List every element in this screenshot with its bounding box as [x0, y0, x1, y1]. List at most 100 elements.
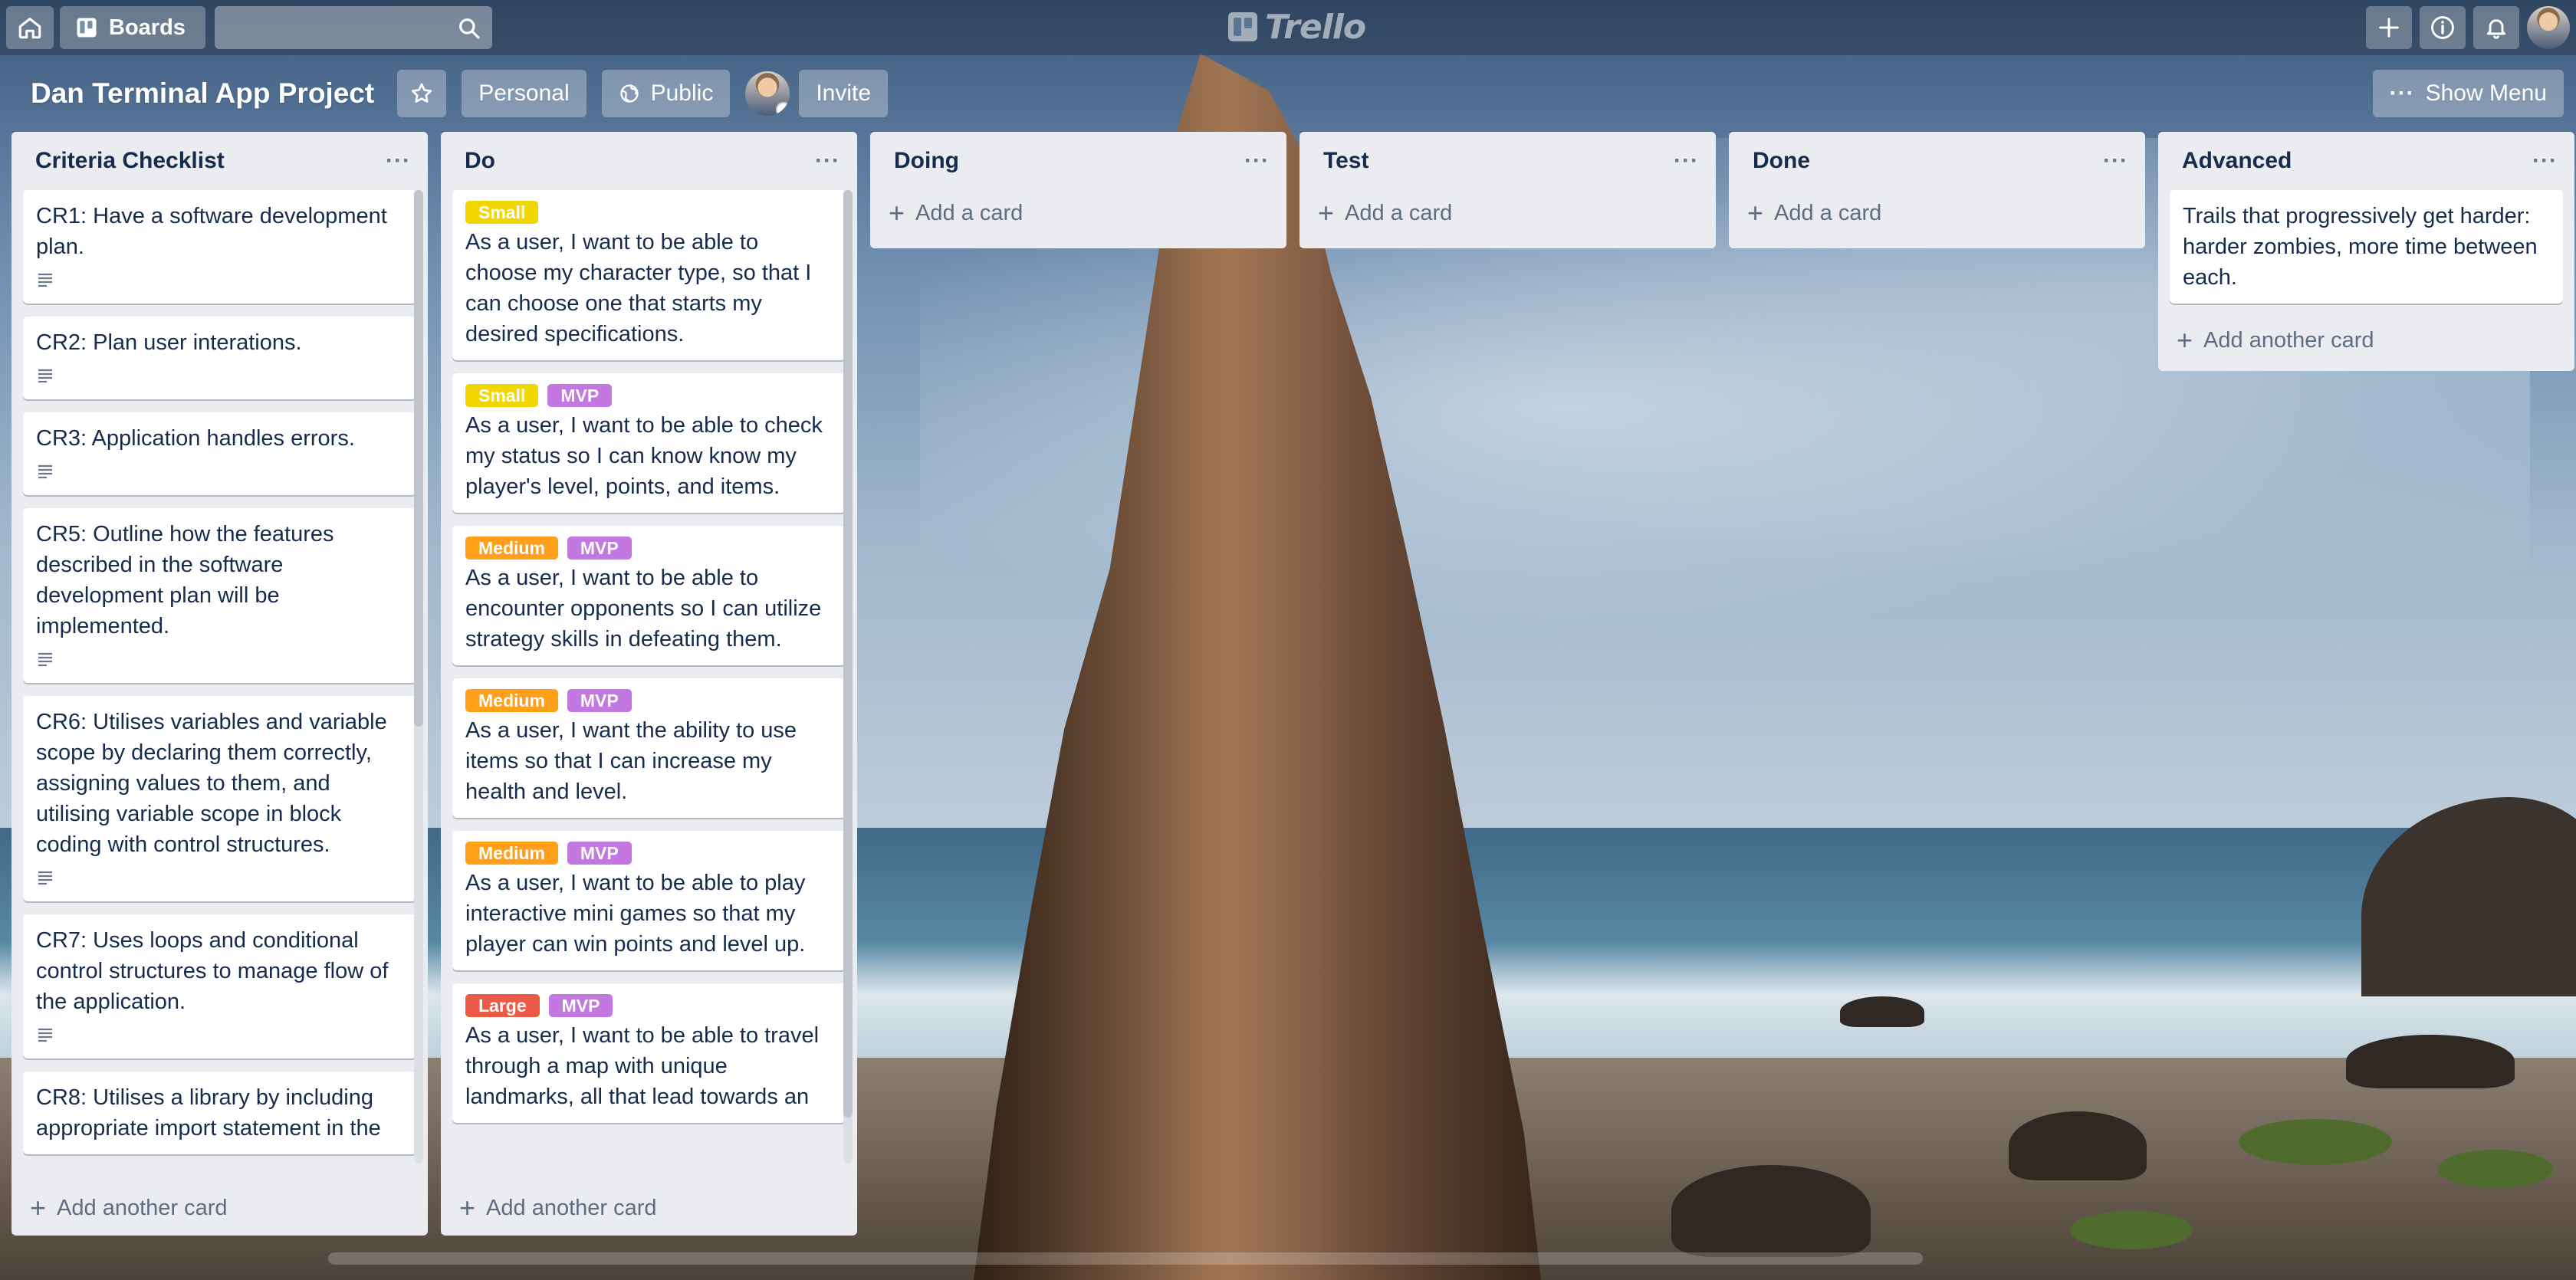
card-title: Trails that progressively get harder: ha…: [2183, 204, 2538, 290]
label-mvp[interactable]: MVP: [548, 994, 613, 1017]
home-button[interactable]: [6, 6, 54, 49]
label-mvp[interactable]: MVP: [567, 537, 632, 560]
list-menu-icon[interactable]: ···: [1244, 149, 1270, 172]
label-medium[interactable]: Medium: [465, 842, 558, 865]
team-button[interactable]: Personal: [462, 70, 586, 117]
label-medium[interactable]: Medium: [465, 689, 558, 712]
card[interactable]: Small As a user, I want to be able to ch…: [452, 190, 846, 360]
card[interactable]: Medium MVP As a user, I want the ability…: [452, 678, 846, 818]
top-navigation-bar: Boards Trello: [0, 0, 2576, 55]
add-card-label: Add another card: [2203, 327, 2374, 353]
list-title[interactable]: Advanced: [2182, 148, 2292, 174]
add-card-button[interactable]: + Add a card: [1729, 185, 2145, 241]
scrollbar-thumb[interactable]: [843, 190, 853, 1118]
show-menu-button[interactable]: ··· Show Menu: [2372, 70, 2564, 117]
list-title[interactable]: Do: [465, 148, 495, 174]
home-icon: [18, 18, 41, 39]
card[interactable]: CR3: Application handles errors.: [23, 412, 416, 495]
card-title: CR5: Outline how the features described …: [36, 522, 334, 638]
list-header[interactable]: Doing ···: [870, 132, 1286, 190]
card[interactable]: CR1: Have a software development plan.: [23, 190, 416, 304]
globe-icon: [619, 84, 639, 103]
list-menu-icon[interactable]: ···: [815, 149, 840, 172]
invite-label: Invite: [816, 80, 872, 106]
list-menu-icon[interactable]: ···: [1674, 149, 1699, 172]
add-card-button[interactable]: + Add a card: [1300, 185, 1716, 241]
card-labels: Small: [465, 201, 832, 224]
board-title[interactable]: Dan Terminal App Project: [31, 77, 374, 110]
visibility-button[interactable]: Public: [601, 70, 731, 117]
list-test: Test ··· + Add a card: [1300, 132, 1716, 248]
boards-button[interactable]: Boards: [60, 6, 205, 49]
search-box[interactable]: [215, 6, 492, 49]
card[interactable]: CR5: Outline how the features described …: [23, 508, 416, 683]
card[interactable]: Large MVP As a user, I want to be able t…: [452, 983, 846, 1123]
list-title[interactable]: Doing: [894, 148, 959, 174]
label-small[interactable]: Small: [465, 384, 539, 407]
label-mvp[interactable]: MVP: [567, 689, 632, 712]
star-board-button[interactable]: [397, 70, 447, 117]
card-title: As a user, I want to be able to choose m…: [465, 230, 812, 346]
card[interactable]: CR7: Uses loops and conditional control …: [23, 914, 416, 1058]
card[interactable]: CR6: Utilises variables and variable sco…: [23, 696, 416, 901]
list-menu-icon[interactable]: ···: [2103, 149, 2128, 172]
card-title: As a user, I want to be able to check my…: [465, 413, 823, 499]
list-header[interactable]: Advanced ···: [2158, 132, 2574, 190]
list-header[interactable]: Do ···: [441, 132, 857, 190]
plus-icon: [2379, 18, 2399, 38]
card-title: CR6: Utilises variables and variable sco…: [36, 710, 387, 857]
card[interactable]: Medium MVP As a user, I want to be able …: [452, 526, 846, 665]
trello-logo[interactable]: Trello: [1228, 7, 1366, 47]
list-header[interactable]: Done ···: [1729, 132, 2145, 190]
beach-rock: [2009, 1111, 2147, 1180]
list-menu-icon[interactable]: ···: [386, 149, 411, 172]
list-title[interactable]: Criteria Checklist: [35, 148, 225, 174]
board-member-avatar[interactable]: [745, 71, 790, 116]
list-title[interactable]: Done: [1753, 148, 1810, 174]
label-mvp[interactable]: MVP: [547, 384, 613, 407]
list-header[interactable]: Test ···: [1300, 132, 1716, 190]
card-labels: Medium MVP: [465, 689, 832, 712]
card-labels: Medium MVP: [465, 842, 832, 865]
label-small[interactable]: Small: [465, 201, 539, 224]
info-button[interactable]: [2420, 6, 2466, 49]
plus-icon: +: [1747, 197, 1764, 228]
invite-button[interactable]: Invite: [799, 70, 889, 117]
create-button[interactable]: [2366, 6, 2412, 49]
plus-icon: +: [889, 197, 905, 228]
notifications-button[interactable]: [2473, 6, 2519, 49]
user-avatar[interactable]: [2527, 6, 2570, 49]
add-card-button[interactable]: + Add another card: [441, 1180, 857, 1236]
description-badge: [36, 458, 402, 484]
card[interactable]: Medium MVP As a user, I want to be able …: [452, 831, 846, 970]
label-mvp[interactable]: MVP: [567, 842, 632, 865]
description-badge: [36, 865, 402, 891]
list-scrollbar[interactable]: [414, 190, 423, 1163]
scrollbar-thumb[interactable]: [414, 190, 423, 727]
board-horizontal-scrollbar[interactable]: [328, 1252, 1923, 1265]
trello-logo-text: Trello: [1265, 7, 1366, 47]
boards-icon: [77, 18, 97, 38]
visibility-label: Public: [650, 80, 714, 106]
card[interactable]: Trails that progressively get harder: ha…: [2170, 190, 2563, 304]
description-icon: [38, 369, 52, 383]
header-actions: [2366, 6, 2570, 49]
search-input[interactable]: [215, 6, 492, 49]
list-header[interactable]: Criteria Checklist ···: [12, 132, 428, 190]
add-card-button[interactable]: + Add another card: [2158, 313, 2574, 368]
label-large[interactable]: Large: [465, 994, 540, 1017]
list-scrollbar[interactable]: [843, 190, 853, 1163]
moss: [2070, 1211, 2193, 1249]
card[interactable]: CR2: Plan user interations.: [23, 317, 416, 399]
beach-rock: [1671, 1165, 1871, 1257]
list-do: Do ··· Small As a user, I want to be abl…: [441, 132, 857, 1236]
list-title[interactable]: Test: [1323, 148, 1368, 174]
add-card-button[interactable]: + Add a card: [870, 185, 1286, 241]
add-card-button[interactable]: + Add another card: [12, 1180, 428, 1236]
label-medium[interactable]: Medium: [465, 537, 558, 560]
list-menu-icon[interactable]: ···: [2532, 149, 2558, 172]
add-card-label: Add another card: [57, 1195, 228, 1220]
description-icon: [38, 273, 52, 287]
card[interactable]: CR8: Utilises a library by including app…: [23, 1072, 416, 1154]
card[interactable]: Small MVP As a user, I want to be able t…: [452, 373, 846, 513]
